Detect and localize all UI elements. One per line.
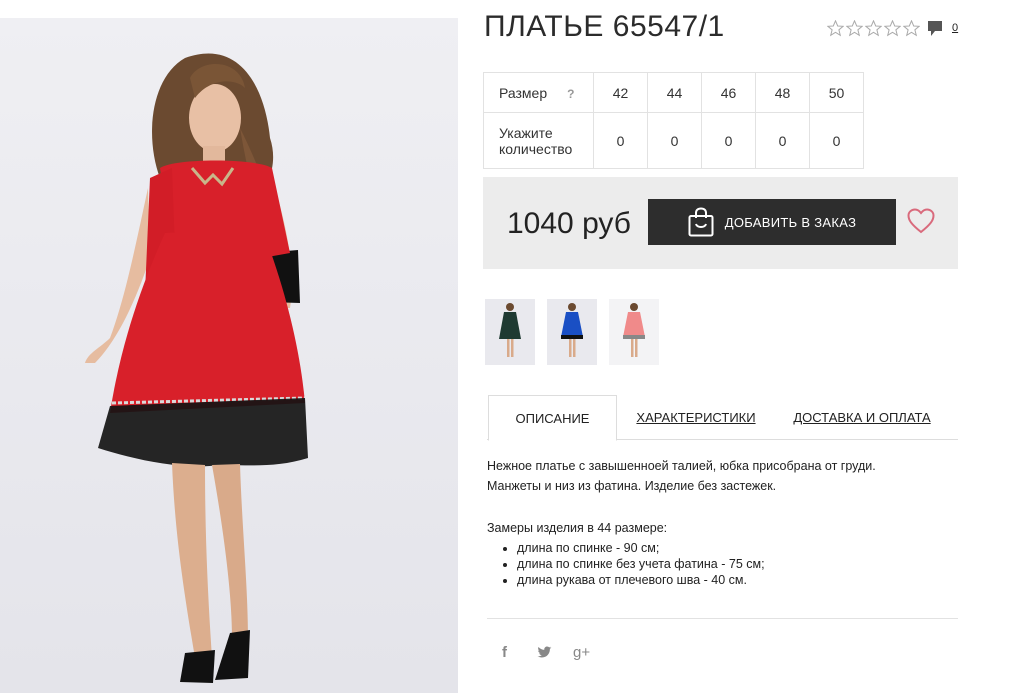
facebook-icon[interactable]: f (502, 644, 507, 661)
quantity-input[interactable]: 0 (809, 112, 864, 169)
description-panel: Нежное платье с завышенноей талией, юбка… (487, 456, 957, 588)
size-table: Размер? 42 44 46 48 50 Укажите количеств… (483, 72, 864, 169)
quantity-input[interactable]: 0 (755, 112, 810, 169)
list-item: длина по спинке без учета фатина - 75 см… (517, 556, 957, 572)
comment-count[interactable]: 0 (952, 22, 958, 34)
dress-model-illustration (0, 18, 458, 693)
quantity-label-cell: Укажите количество (483, 112, 594, 169)
thumbnail-image (485, 299, 535, 365)
thumbnail-blue[interactable] (547, 299, 597, 365)
list-item: длина рукава от плечевого шва - 40 см. (517, 572, 957, 588)
twitter-icon[interactable] (537, 646, 552, 659)
size-label-cell: Размер? (483, 72, 594, 113)
description-line: Манжеты и низ из фатина. Изделие без зас… (487, 479, 777, 493)
star-icon[interactable] (846, 20, 863, 37)
tab-delivery-payment[interactable]: ДОСТАВКА И ОПЛАТА (793, 395, 931, 440)
price-box: 1040 руб ДОБАВИТЬ В ЗАКАЗ (483, 177, 958, 269)
price: 1040 руб (507, 207, 631, 240)
product-tabs: ОПИСАНИЕ ХАРАКТЕРИСТИКИ ДОСТАВКА И ОПЛАТ… (487, 395, 958, 441)
star-icon[interactable] (865, 20, 882, 37)
quantity-label-line2: количество (499, 140, 573, 157)
measurements-list: длина по спинке - 90 см; длина по спинке… (487, 540, 957, 588)
add-to-order-label: ДОБАВИТЬ В ЗАКАЗ (724, 214, 857, 230)
star-icon[interactable] (884, 20, 901, 37)
tab-description-label: ОПИСАНИЕ (515, 410, 590, 426)
comments-link[interactable]: 0 (927, 20, 958, 38)
quantity-input[interactable]: 0 (593, 112, 648, 169)
quantity-input[interactable]: 0 (701, 112, 756, 169)
size-cell: 50 (809, 72, 864, 113)
tab-characteristics[interactable]: ХАРАКТЕРИСТИКИ (632, 395, 760, 440)
measurements-title: Замеры изделия в 44 размере: (487, 521, 668, 535)
list-item: длина по спинке - 90 см; (517, 540, 957, 556)
divider (487, 618, 958, 619)
star-icon[interactable] (827, 20, 844, 37)
size-cell: 44 (647, 72, 702, 113)
thumbnail-image (609, 299, 659, 365)
description-line: Нежное платье с завышенноей талией, юбка… (487, 459, 876, 473)
size-label: Размер (499, 84, 548, 101)
thumbnail-image (547, 299, 597, 365)
size-cell: 42 (593, 72, 648, 113)
quantity-input[interactable]: 0 (647, 112, 702, 169)
thumbnail-green[interactable] (485, 299, 535, 365)
thumbnail-pink[interactable] (609, 299, 659, 365)
tab-characteristics-label: ХАРАКТЕРИСТИКИ (636, 410, 756, 425)
product-main-image[interactable] (0, 18, 458, 693)
rating-stars[interactable] (827, 20, 920, 37)
size-help-icon[interactable]: ? (567, 87, 574, 101)
product-title: ПЛАТЬЕ 65547/1 (484, 10, 725, 43)
star-icon[interactable] (903, 20, 920, 37)
heart-icon[interactable] (907, 208, 935, 234)
add-to-order-button[interactable]: ДОБАВИТЬ В ЗАКАЗ (648, 199, 896, 245)
tab-description[interactable]: ОПИСАНИЕ (488, 395, 617, 441)
size-cell: 48 (755, 72, 810, 113)
comment-icon (928, 21, 942, 36)
size-cell: 46 (701, 72, 756, 113)
shopping-bag-icon (688, 207, 714, 237)
quantity-label-line1: Укажите (499, 124, 553, 141)
tab-delivery-label: ДОСТАВКА И ОПЛАТА (793, 410, 931, 425)
google-plus-icon[interactable]: g+ (573, 644, 590, 661)
